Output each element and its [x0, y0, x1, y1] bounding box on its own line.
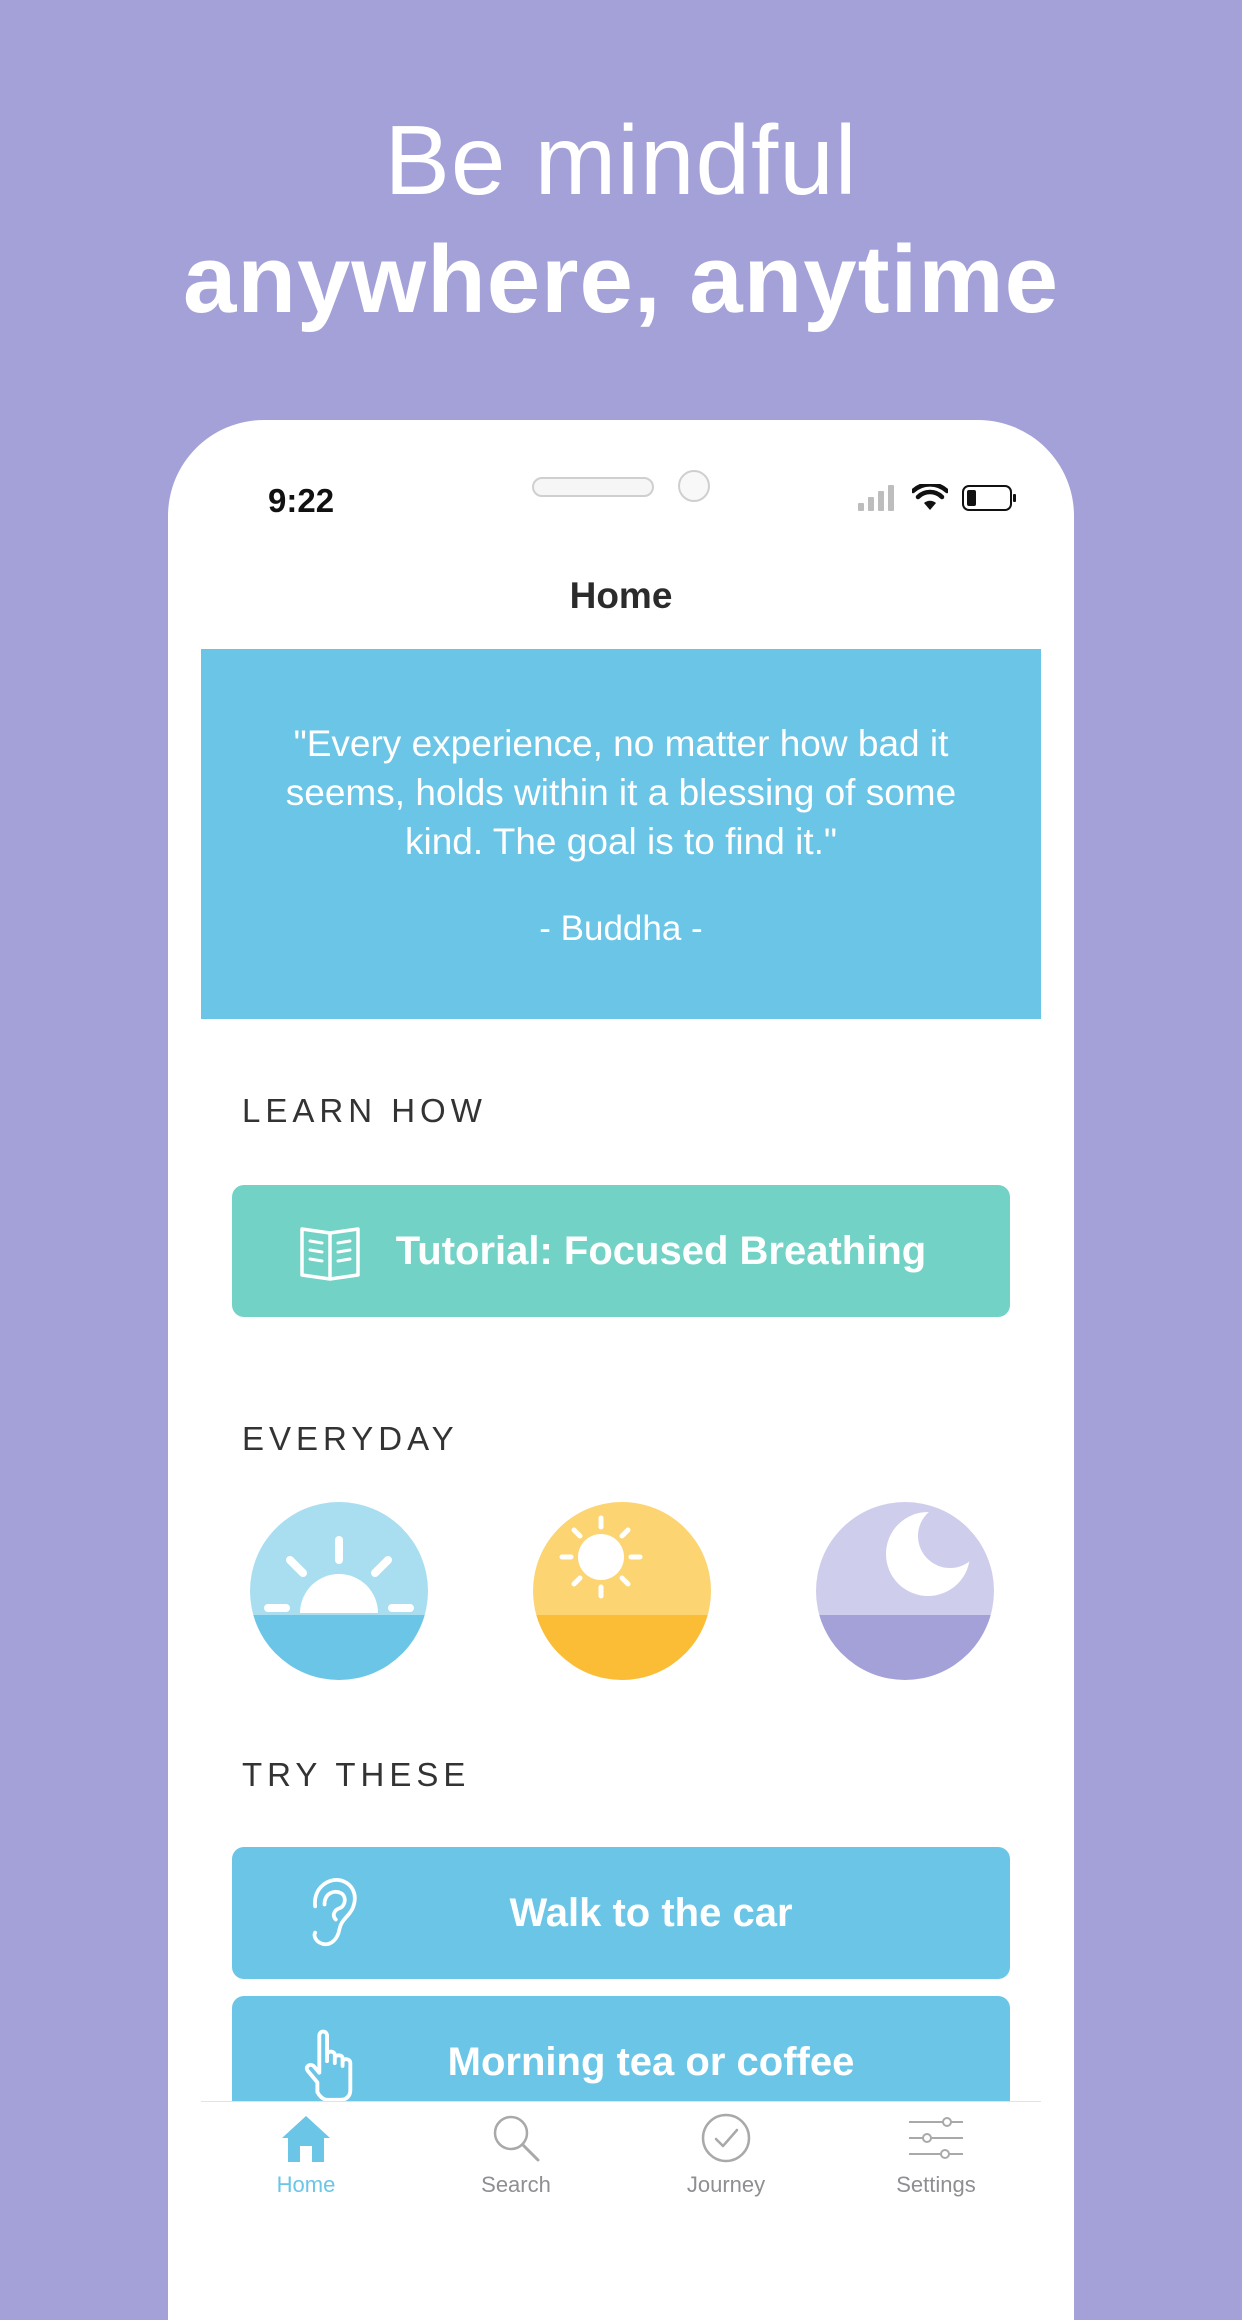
- tab-settings[interactable]: Settings: [831, 2112, 1041, 2222]
- activity-button[interactable]: Walk to the car: [232, 1847, 1010, 1979]
- cellular-signal-icon: [858, 485, 894, 511]
- phone-frame: 9:22 Home "Every experience, no matter h…: [168, 420, 1074, 2320]
- activity-button-label: Walk to the car: [509, 1890, 793, 1935]
- tab-label: Home: [276, 2172, 336, 2197]
- activity-button-label: Morning tea or coffee: [447, 2039, 855, 2084]
- quote-card: "Every experience, no matter how bad it …: [201, 649, 1041, 1019]
- tab-journey[interactable]: Journey: [621, 2112, 831, 2222]
- phone-camera: [678, 470, 710, 502]
- tab-label: Settings: [896, 2172, 976, 2197]
- moon-icon: [886, 1504, 982, 1596]
- sun-icon: [559, 1515, 643, 1599]
- headline: Be mindful anywhere, anytime: [0, 100, 1242, 340]
- tab-bar: Home Search Journey Settings: [201, 2101, 1041, 2320]
- checkmark-circle-icon: [701, 2113, 751, 2163]
- sunrise-icon: [264, 1536, 414, 1613]
- everyday-morning[interactable]: [250, 1502, 428, 1680]
- sliders-icon: [909, 2117, 963, 2159]
- wifi-icon: [912, 484, 948, 510]
- tab-home[interactable]: Home: [201, 2112, 411, 2222]
- tutorial-button-label: Tutorial: Focused Breathing: [395, 1228, 927, 1273]
- status-time: 9:22: [268, 482, 335, 519]
- home-icon: [282, 2116, 330, 2162]
- section-label-learn-how: LEARN HOW: [242, 1092, 487, 1129]
- everyday-evening[interactable]: [816, 1502, 994, 1680]
- tab-label: Journey: [686, 2172, 766, 2197]
- headline-line-1: Be mindful: [384, 105, 858, 215]
- tab-label: Search: [481, 2172, 551, 2197]
- tutorial-button[interactable]: Tutorial: Focused Breathing: [232, 1185, 1010, 1317]
- everyday-midday[interactable]: [533, 1502, 711, 1680]
- battery-icon: [962, 485, 1016, 511]
- search-icon: [493, 2115, 540, 2162]
- status-icons: [858, 484, 1018, 512]
- headline-line-2: anywhere, anytime: [182, 226, 1060, 333]
- quote-text: "Every experience, no matter how bad it …: [285, 723, 957, 862]
- phone-speaker: [532, 477, 654, 497]
- section-label-try-these: TRY THESE: [242, 1756, 471, 1793]
- quote-author: - Buddha -: [539, 909, 703, 948]
- section-label-everyday: EVERYDAY: [242, 1420, 459, 1457]
- tab-search[interactable]: Search: [411, 2112, 621, 2222]
- nav-title: Home: [569, 575, 673, 616]
